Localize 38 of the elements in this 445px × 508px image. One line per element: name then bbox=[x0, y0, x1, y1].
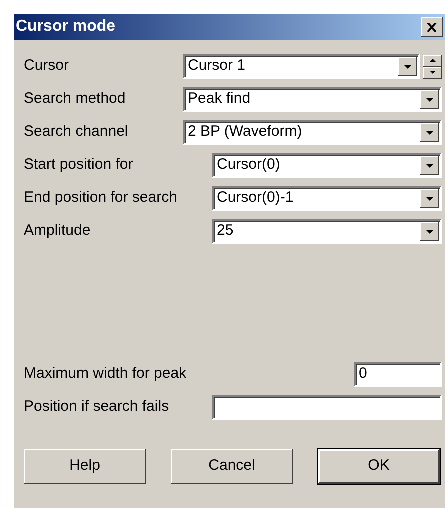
field-label: Amplitude bbox=[24, 221, 92, 242]
dialog-button[interactable]: OK bbox=[318, 449, 440, 484]
caret-icon bbox=[426, 230, 434, 234]
field-label: Maximum width for peak bbox=[24, 364, 188, 384]
spin-down-button[interactable] bbox=[423, 66, 442, 78]
field-label: Search channel bbox=[24, 122, 130, 142]
field-label: Cursor bbox=[24, 56, 70, 76]
up-arrow-icon bbox=[430, 59, 436, 62]
caret-icon bbox=[426, 98, 434, 102]
down-arrow-icon bbox=[430, 71, 436, 74]
field-label: Position if search fails bbox=[24, 397, 170, 418]
dropdown-button[interactable] bbox=[420, 189, 439, 208]
caret-icon bbox=[426, 196, 434, 200]
dropdown-button[interactable] bbox=[420, 222, 439, 241]
spin-up-button[interactable] bbox=[423, 54, 442, 66]
caret-icon bbox=[426, 130, 434, 134]
dropdown-field[interactable]: Peak find bbox=[183, 87, 442, 112]
dropdown-field[interactable]: 2 BP (Waveform) bbox=[183, 120, 442, 145]
dropdown-field[interactable]: Cursor(0) bbox=[212, 153, 442, 178]
dropdown-field[interactable]: Cursor(0)-1 bbox=[212, 186, 442, 211]
field-label: Search method bbox=[24, 89, 127, 110]
field-label: End position for search bbox=[24, 188, 178, 208]
dropdown-field[interactable]: Cursor 1 bbox=[183, 54, 420, 79]
dropdown-button[interactable] bbox=[420, 90, 439, 109]
field-label: Start position for bbox=[24, 155, 134, 176]
close-icon bbox=[427, 22, 437, 32]
dropdown-field[interactable]: 25 bbox=[212, 219, 442, 244]
dialog-button[interactable]: Help bbox=[24, 449, 146, 484]
input-field[interactable]: 0 bbox=[354, 362, 442, 387]
dialog-button[interactable]: Cancel bbox=[171, 449, 293, 484]
window-title: Cursor mode bbox=[16, 17, 116, 37]
caret-icon bbox=[426, 164, 434, 168]
dropdown-button[interactable] bbox=[420, 156, 439, 175]
input-field[interactable] bbox=[212, 395, 442, 420]
dropdown-button[interactable] bbox=[420, 123, 439, 142]
dropdown-button[interactable] bbox=[398, 57, 417, 76]
close-button[interactable] bbox=[421, 17, 443, 37]
caret-icon bbox=[404, 64, 412, 68]
